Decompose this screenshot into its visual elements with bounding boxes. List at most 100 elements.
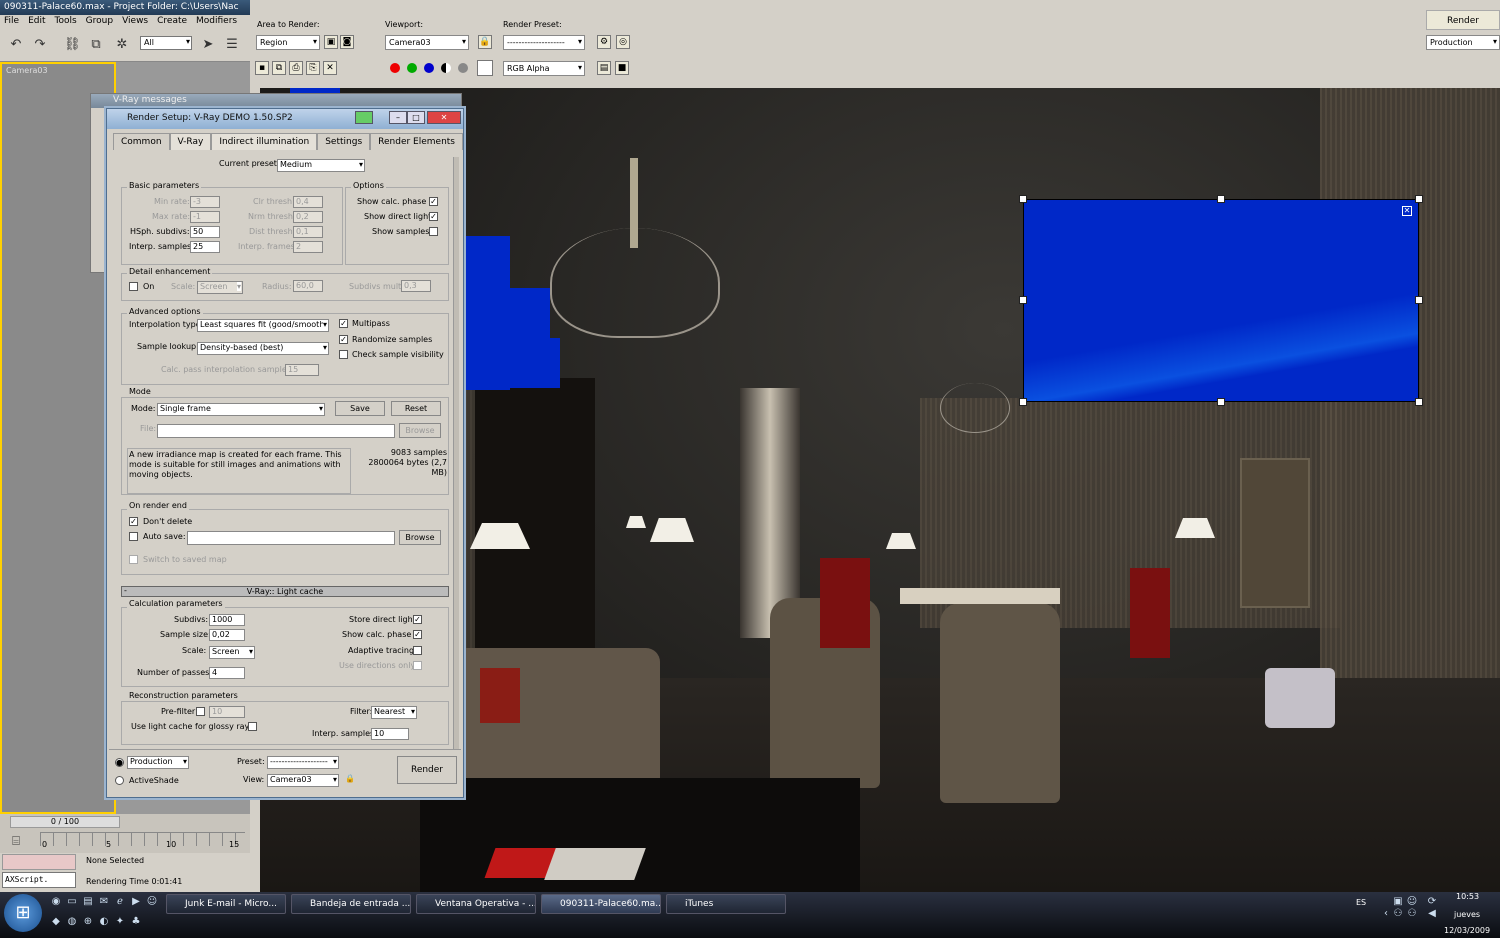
show-samples-checkbox[interactable] <box>429 227 438 236</box>
detail-scale-dropdown[interactable]: Screen <box>197 281 243 294</box>
adaptive-checkbox[interactable] <box>413 646 422 655</box>
render-setup-icon[interactable]: ⚙ <box>597 35 611 49</box>
bind-spacewarp-icon[interactable]: ✲ <box>114 37 130 53</box>
file-input[interactable] <box>157 424 395 438</box>
randomize-checkbox[interactable]: ✓ <box>339 335 348 344</box>
messenger-tray-icon[interactable]: ☺ <box>1406 896 1418 908</box>
clone-window-icon[interactable]: ⧉ <box>272 61 286 75</box>
dont-delete-checkbox[interactable]: ✓ <box>129 517 138 526</box>
current-preset-dropdown[interactable]: Medium <box>277 159 365 172</box>
rollout-collapse-icon[interactable]: - <box>124 586 127 595</box>
network-icon[interactable]: ▣ <box>1392 896 1404 908</box>
start-button[interactable]: ⊞ <box>4 894 42 932</box>
update-icon[interactable]: ⟳ <box>1426 896 1438 908</box>
green-app-icon[interactable]: ♣ <box>130 916 142 928</box>
render-region[interactable] <box>1023 199 1419 402</box>
production-radio[interactable]: ● <box>115 758 124 767</box>
interp-type-dropdown[interactable]: Least squares fit (good/smooth <box>197 319 329 332</box>
timeline-track[interactable] <box>40 832 245 846</box>
frame-slider[interactable]: 0 / 100 <box>10 816 120 828</box>
clear-icon[interactable]: ✕ <box>323 61 337 75</box>
viewport-label[interactable]: Camera03 <box>6 66 48 75</box>
task-inbox[interactable]: Bandeja de entrada ... <box>291 894 411 914</box>
tab-render-elements[interactable]: Render Elements <box>370 133 463 150</box>
explorer-icon[interactable]: ▤ <box>82 896 94 908</box>
reset-button[interactable]: Reset <box>391 401 441 416</box>
save-image-icon[interactable]: ▪ <box>255 61 269 75</box>
region-handle[interactable] <box>1019 398 1027 406</box>
link-icon[interactable]: ⛓ <box>64 37 81 53</box>
people-icon[interactable]: ⚇ <box>1392 908 1404 920</box>
print-image-icon[interactable]: ⎘ <box>306 61 320 75</box>
region-close-icon[interactable]: ✕ <box>1402 206 1412 216</box>
edit-region-icon[interactable]: ▣ <box>324 35 338 49</box>
region-handle[interactable] <box>1217 398 1225 406</box>
close-icon[interactable]: ✕ <box>427 111 461 124</box>
prefilter-spinner[interactable]: 10 <box>209 706 245 718</box>
maxscript-input[interactable]: AXScript. <box>2 872 76 888</box>
max-rate-spinner[interactable]: -1 <box>190 211 220 223</box>
region-handle[interactable] <box>1019 296 1027 304</box>
clock-time[interactable]: 10:53 <box>1456 892 1479 901</box>
acrobat-icon[interactable]: ◐ <box>98 916 110 928</box>
min-rate-spinner[interactable]: -3 <box>190 196 220 208</box>
scrollbar[interactable] <box>453 157 459 749</box>
select-cursor-icon[interactable]: ➤ <box>200 37 216 53</box>
dist-thresh-spinner[interactable]: 0,1 <box>293 226 323 238</box>
calc-pass-spinner[interactable]: 15 <box>285 364 319 376</box>
green-channel-icon[interactable] <box>407 63 417 73</box>
help-icon[interactable] <box>355 111 373 124</box>
lc-interp-spinner[interactable]: 10 <box>371 728 409 740</box>
region-handle[interactable] <box>1217 195 1225 203</box>
show-calc-phase-checkbox[interactable]: ✓ <box>429 197 438 206</box>
tab-common[interactable]: Common <box>113 133 170 150</box>
blue-channel-icon[interactable] <box>424 63 434 73</box>
viewport-dropdown[interactable]: Camera03 <box>385 35 469 50</box>
filter-dropdown[interactable]: Nearest <box>371 706 417 719</box>
switch-saved-checkbox[interactable] <box>129 555 138 564</box>
sample-lookup-dropdown[interactable]: Density-based (best) <box>197 342 329 355</box>
undo-icon[interactable]: ↶ <box>8 37 24 53</box>
radius-spinner[interactable]: 60,0 <box>293 280 323 292</box>
desktop-icon[interactable]: ▭ <box>66 896 78 908</box>
store-direct-checkbox[interactable]: ✓ <box>413 615 422 624</box>
print-icon[interactable]: ⎙ <box>289 61 303 75</box>
production-dropdown[interactable]: Production <box>1426 35 1500 50</box>
render-button[interactable]: Render <box>397 756 457 784</box>
task-junk-email[interactable]: Junk E-mail - Micro... <box>166 894 286 914</box>
subdivs-mult-spinner[interactable]: 0,3 <box>401 280 431 292</box>
menu-views[interactable]: Views <box>122 16 148 29</box>
outlook-icon[interactable]: ✉ <box>98 896 110 908</box>
browse-autosave-button[interactable]: Browse <box>399 530 441 545</box>
menu-tools[interactable]: Tools <box>55 16 77 29</box>
people-icon[interactable]: ⚇ <box>1406 908 1418 920</box>
menu-edit[interactable]: Edit <box>28 16 45 29</box>
auto-save-input[interactable] <box>187 531 395 545</box>
region-handle[interactable] <box>1415 296 1423 304</box>
tool-icon[interactable]: ✦ <box>114 916 126 928</box>
lc-scale-dropdown[interactable]: Screen <box>209 646 255 659</box>
red-channel-icon[interactable] <box>390 63 400 73</box>
area-to-render-dropdown[interactable]: Region <box>256 35 320 50</box>
chrome-icon[interactable]: ◉ <box>50 896 62 908</box>
messenger-icon[interactable]: ☺ <box>146 896 158 908</box>
key-filter-icon[interactable]: ⌸ <box>8 834 24 850</box>
display-alpha-icon[interactable]: ■ <box>615 61 629 75</box>
maxscript-listener-mini[interactable] <box>2 854 76 870</box>
view-lock-icon[interactable]: 🔒 <box>345 774 355 783</box>
browse-file-button[interactable]: Browse <box>399 423 441 438</box>
firefox-icon[interactable]: ◍ <box>66 916 78 928</box>
minimize-icon[interactable]: – <box>389 111 407 124</box>
channel-dropdown[interactable]: RGB Alpha <box>503 61 585 76</box>
environment-icon[interactable]: ◎ <box>616 35 630 49</box>
hsph-subdivs-spinner[interactable]: 50 <box>190 226 220 238</box>
swatch-icon[interactable] <box>477 60 493 76</box>
use-dirs-checkbox[interactable] <box>413 661 422 670</box>
fb-render-button[interactable]: Render <box>1426 10 1500 30</box>
activeshade-radio[interactable] <box>115 776 124 785</box>
app-icon[interactable]: ◆ <box>50 916 62 928</box>
light-cache-rollout[interactable]: V-Ray:: Light cache <box>121 586 449 597</box>
tab-settings[interactable]: Settings <box>317 133 371 150</box>
passes-spinner[interactable]: 4 <box>209 667 245 679</box>
ie-icon[interactable]: ℯ <box>114 896 126 908</box>
